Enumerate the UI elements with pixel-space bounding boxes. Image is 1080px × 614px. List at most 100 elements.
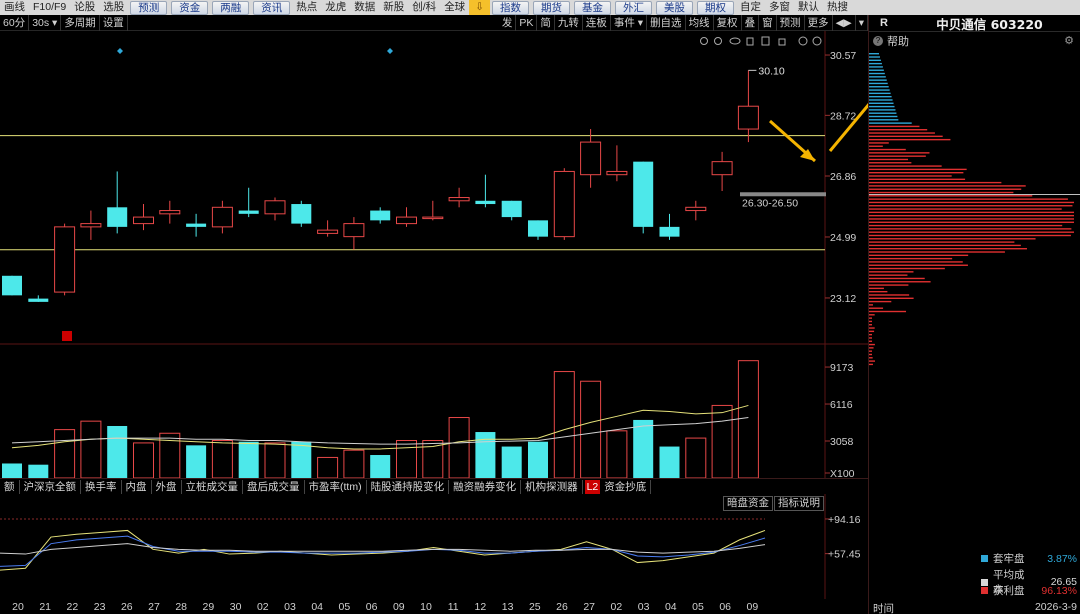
- volume-bar: [28, 464, 49, 478]
- candle-body: [238, 210, 259, 214]
- hidden-funds-button[interactable]: 暗盘资金: [723, 496, 773, 511]
- panel-footer: 时间 2026-3-9: [869, 601, 1080, 614]
- volume-bar: [317, 456, 339, 478]
- chart-toolbar: 60分 30s ▾ 多周期 设置 发 PK 简九转 连板 事件 ▾ 删自选 均线 复权叠窗预测 更多 ◀…: [0, 14, 868, 31]
- chip-bar: [869, 129, 928, 131]
- indicator-tab-6[interactable]: 盘后成交量: [243, 479, 305, 494]
- toolbar-right-item-14[interactable]: ▾: [856, 15, 868, 31]
- x-tick-label: 06: [719, 601, 731, 613]
- toolbar-right-item-13[interactable]: ◀▶: [833, 15, 856, 31]
- chip-bar: [869, 208, 1062, 210]
- menu-item-20[interactable]: 期权: [697, 0, 734, 15]
- chip-bar: [869, 82, 888, 85]
- menu-item-12[interactable]: 创/科: [408, 0, 440, 15]
- menu-item-16[interactable]: 期货: [533, 0, 570, 15]
- candle-body: [291, 204, 312, 224]
- toolbar-right-item-12[interactable]: 更多: [805, 15, 833, 31]
- x-axis: 20 21 22 23 26 27 28 29 30 02 03 04 05 06 09 10 11 12 13 25…: [0, 599, 868, 614]
- toolbar-right-item-3[interactable]: 九转: [555, 15, 583, 31]
- chip-bar: [869, 294, 910, 296]
- help-row[interactable]: ? 帮助 ⚙: [869, 32, 1080, 49]
- date-label: 2026-3-9: [1034, 601, 1077, 613]
- toolbar-right-item-4[interactable]: 连板: [583, 15, 611, 31]
- toolbar-left-item-2[interactable]: 多周期: [61, 14, 100, 31]
- menu-item-13[interactable]: 全球: [440, 0, 469, 15]
- menu-item-8[interactable]: 热点: [292, 0, 321, 15]
- menu-item-3[interactable]: 选股: [99, 0, 128, 15]
- chip-bar: [869, 119, 899, 121]
- menu-item-10[interactable]: 数据: [350, 0, 379, 15]
- menu-item-11[interactable]: 新股: [379, 0, 408, 15]
- menu-item-7[interactable]: 资讯: [253, 0, 291, 15]
- legend-swatch: [981, 555, 988, 562]
- indicator-tab-0[interactable]: 额: [0, 479, 20, 494]
- toolbar-right-item-1[interactable]: PK: [516, 15, 538, 31]
- menu-item-5[interactable]: 资金: [171, 0, 209, 15]
- toolbar-left-item-0[interactable]: 60分: [0, 14, 30, 31]
- indicator-tab-1[interactable]: 沪深京全额: [20, 479, 81, 494]
- toolbar-right-item-0[interactable]: 发: [499, 15, 517, 31]
- indicator-tab-9[interactable]: 融资融券变化: [449, 479, 522, 494]
- toolbar-right-item-6[interactable]: 删自选: [647, 15, 686, 31]
- price-chart[interactable]: 30.57 28.72 26.86 24.99 23.12 9173 6116 3058 X1…: [0, 31, 868, 478]
- legend-value: 3.87%: [1047, 552, 1077, 565]
- toolbar-right-item-5[interactable]: 事件 ▾: [611, 15, 648, 31]
- chip-bar: [869, 86, 889, 88]
- toolbar-right-item-11[interactable]: 预测: [777, 15, 805, 31]
- candle-body: [422, 216, 444, 220]
- menu-item-0[interactable]: 画线: [0, 0, 29, 15]
- toolbar-left-item-1[interactable]: 30s ▾: [29, 14, 62, 31]
- volume-bar: [501, 446, 522, 478]
- help-icon[interactable]: ?: [873, 35, 883, 46]
- chip-bar: [869, 324, 872, 326]
- toolbar-right-item-10[interactable]: 窗: [759, 15, 777, 31]
- indicator-tab-2[interactable]: 换手率: [81, 479, 122, 494]
- toolbar-left-item-3[interactable]: 设置: [100, 14, 128, 31]
- chip-bar: [869, 198, 1068, 200]
- candle-body: [711, 161, 733, 176]
- menu-item-4[interactable]: 预测: [130, 0, 168, 15]
- gear-icon[interactable]: ⚙: [1064, 34, 1074, 47]
- chip-bar: [869, 99, 893, 101]
- help-label[interactable]: 帮助: [887, 33, 909, 49]
- indicator-tab-10[interactable]: 机构探测器: [521, 479, 583, 494]
- menu-item-6[interactable]: 两融: [212, 0, 250, 15]
- menu-item-15[interactable]: 指数: [492, 0, 529, 15]
- toolbar-right-item-7[interactable]: 均线: [686, 15, 714, 31]
- indicator-tab-12[interactable]: 资金抄底: [600, 479, 652, 494]
- volume-bar: [211, 440, 233, 478]
- menu-item-9[interactable]: 龙虎: [321, 0, 350, 15]
- indicator-tab-7[interactable]: 市盈率(ttm): [305, 479, 367, 494]
- chip-bar: [869, 53, 879, 55]
- candle-body: [2, 275, 22, 296]
- indicator-tab-3[interactable]: 内盘: [122, 479, 152, 494]
- indicator-tab-11[interactable]: L2: [584, 479, 601, 494]
- toolbar-right-item-2[interactable]: 简: [537, 15, 555, 31]
- menu-item-19[interactable]: 美股: [656, 0, 693, 15]
- indicator-help-button[interactable]: 指标说明: [774, 496, 824, 511]
- menu-item-17[interactable]: 基金: [574, 0, 611, 15]
- menu-item-23[interactable]: 默认: [794, 0, 823, 15]
- time-label: 时间: [873, 603, 894, 614]
- indicator-tab-4[interactable]: 外盘: [152, 479, 182, 494]
- chip-bar: [869, 214, 1074, 217]
- menu-item-14[interactable]: ⇩: [469, 0, 490, 15]
- menu-item-18[interactable]: 外汇: [615, 0, 652, 15]
- menu-item-22[interactable]: 多窗: [765, 0, 794, 15]
- menu-item-1[interactable]: F10/F9: [29, 0, 70, 15]
- chip-bar: [869, 112, 897, 114]
- menu-item-21[interactable]: 自定: [736, 0, 765, 15]
- y-tick-label: 30.57: [830, 50, 856, 62]
- menu-item-24[interactable]: 热搜: [823, 0, 852, 15]
- candle-body: [528, 220, 548, 237]
- x-tick-label: 13: [502, 601, 514, 613]
- volume-bar: [291, 441, 312, 478]
- indicator-tab-5[interactable]: 立桩成交量: [182, 479, 243, 494]
- candle-body: [28, 298, 49, 302]
- x-tick-label: 10: [420, 601, 432, 613]
- toolbar-right-item-9[interactable]: 叠: [742, 15, 760, 31]
- menu-item-2[interactable]: 论股: [70, 0, 99, 15]
- indicator-tab-8[interactable]: 陆股通持股变化: [367, 479, 450, 494]
- toolbar-right-item-8[interactable]: 复权: [714, 15, 742, 31]
- chip-bar: [869, 79, 887, 81]
